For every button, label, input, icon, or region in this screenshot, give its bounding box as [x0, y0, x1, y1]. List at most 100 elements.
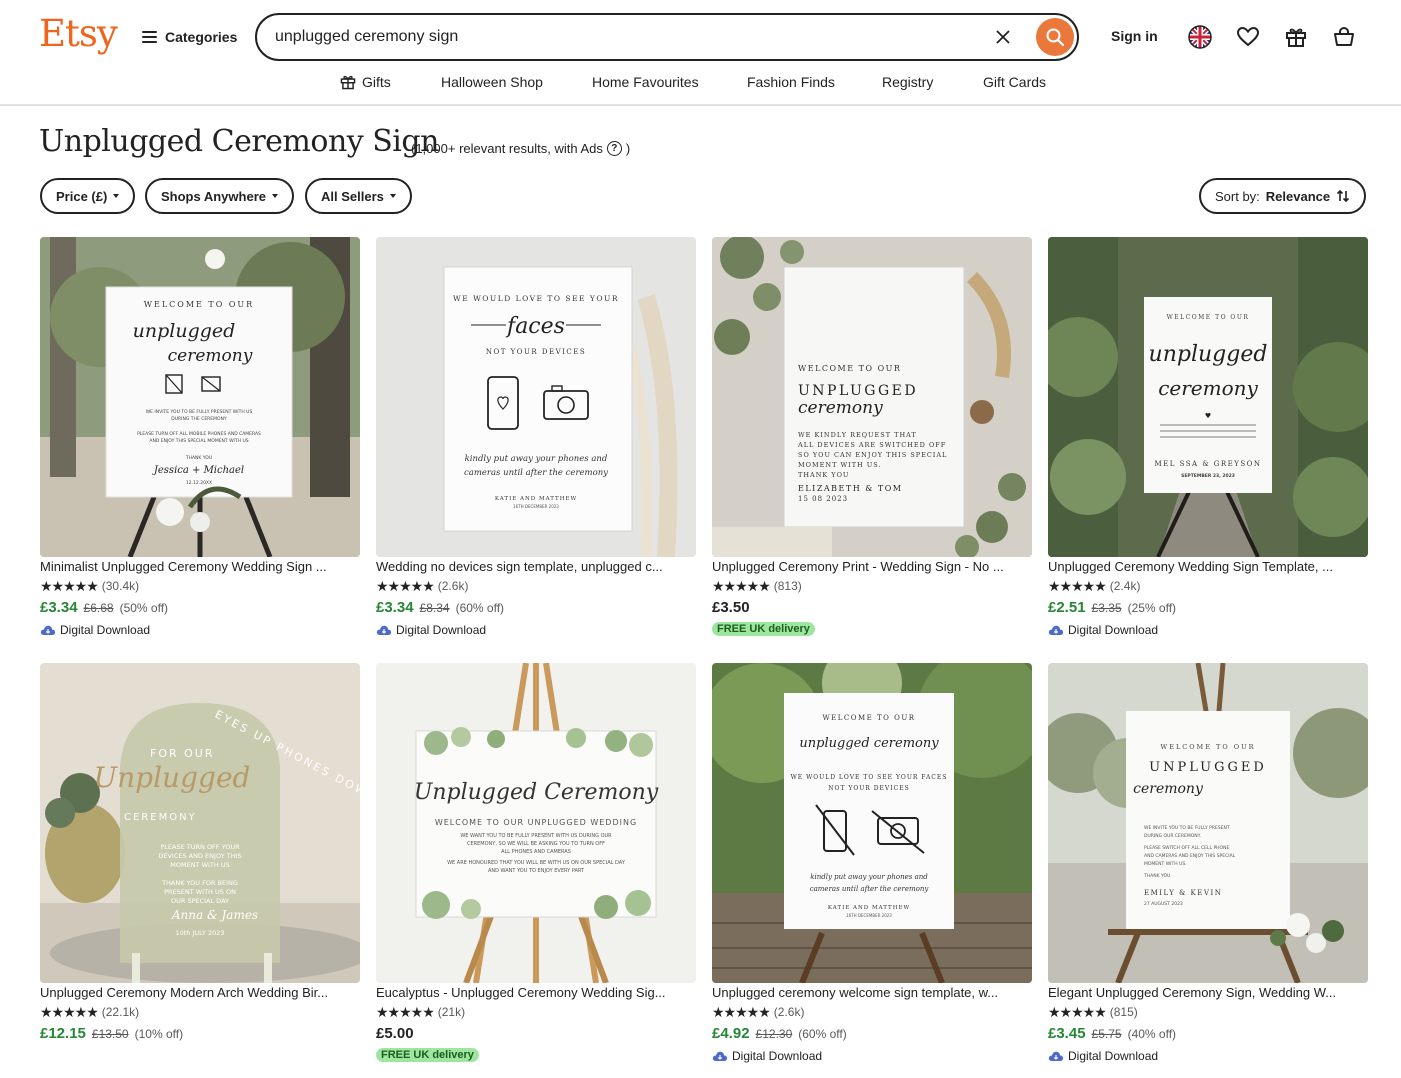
product-title[interactable]: Minimalist Unplugged Ceremony Wedding Si…: [40, 557, 360, 574]
categories-label: Categories: [165, 29, 238, 45]
current-price: £12.15: [40, 1025, 86, 1042]
basket-button[interactable]: [1331, 24, 1357, 50]
review-count: (2.6k): [437, 579, 469, 593]
review-count: (21k): [437, 1005, 466, 1019]
language-flag-button[interactable]: [1187, 24, 1213, 50]
product-title[interactable]: Wedding no devices sign template, unplug…: [376, 557, 696, 574]
cloud-download-icon: [40, 625, 56, 635]
discount-text: (60% off): [455, 601, 505, 615]
search-input[interactable]: [275, 23, 975, 51]
shops-filter[interactable]: Shops Anywhere: [145, 178, 294, 214]
sort-label: Sort by:: [1215, 188, 1260, 204]
discount-text: (10% off): [134, 1027, 184, 1041]
help-icon[interactable]: ?: [606, 141, 622, 156]
badge-text: Digital Download: [60, 623, 151, 637]
review-count: (30.4k): [101, 579, 140, 593]
sign-line: 15 08 2023: [798, 495, 848, 503]
star-rating-icon: ★★★★★: [1048, 577, 1107, 594]
price-filter[interactable]: Price (£): [40, 178, 136, 214]
product-image[interactable]: WE WOULD LOVE TO SEE YOUR faces NOT YOUR…: [376, 237, 696, 557]
product-image[interactable]: WELCOME TO OUR unplugged ceremony WE WOU…: [712, 663, 1032, 983]
current-price: £3.50: [712, 599, 750, 616]
sign-line: 16TH DECEMBER 2023: [846, 913, 892, 918]
product-price: £3.50: [712, 599, 750, 616]
sign-line: Anna & James: [171, 908, 258, 922]
cloud-download-icon: [1048, 1051, 1064, 1061]
sign-line: UNPLUGGED: [798, 383, 918, 399]
favourites-button[interactable]: [1235, 24, 1261, 50]
sign-line: ALL PHONES AND CAMERAS: [501, 849, 571, 855]
discount-text: (60% off): [798, 1027, 847, 1041]
product-image[interactable]: Unplugged Ceremony WELCOME TO OUR UNPLUG…: [376, 663, 696, 983]
sign-line: NOT YOUR DEVICES: [828, 785, 909, 792]
close-icon: [996, 30, 1010, 44]
star-rating-icon: ★★★★★: [712, 1003, 771, 1020]
sign-line: PLEASE TURN OFF ALL MOBILE PHONES AND CA…: [137, 431, 261, 437]
product-image[interactable]: WELCOME TO OUR UNPLUGGED ceremony WE INV…: [1048, 663, 1368, 983]
product-price: £3.34 £8.34 (60% off): [376, 599, 504, 616]
nav-gift-cards[interactable]: Gift Cards: [983, 74, 1046, 90]
search-button[interactable]: [1036, 18, 1074, 56]
badge-text: Digital Download: [396, 623, 487, 637]
sign-line: MOMENT WITH US.: [798, 461, 882, 469]
gift-icon: [340, 75, 356, 90]
search-bar: [255, 13, 1079, 61]
product-rating: ★★★★★ (2.6k): [376, 578, 468, 594]
original-price: £13.50: [91, 1027, 129, 1041]
product-image[interactable]: WELCOME TO OUR UNPLUGGED ceremony WE KIN…: [712, 237, 1032, 557]
badge-text: Digital Download: [732, 1049, 823, 1063]
sign-line: AND WANT YOU TO ENJOY EVERY PART: [488, 868, 585, 874]
product-rating: ★★★★★ (30.4k): [40, 578, 139, 594]
site-header: Etsy Categories Sign in: [0, 0, 1401, 106]
sign-line: WELCOME TO OUR: [144, 300, 254, 309]
sign-in-link[interactable]: Sign in: [1111, 28, 1158, 44]
gift-button[interactable]: [1283, 24, 1309, 50]
product-title[interactable]: Eucalyptus - Unplugged Ceremony Wedding …: [376, 983, 696, 1000]
product-title[interactable]: Unplugged ceremony welcome sign template…: [712, 983, 1032, 1000]
digital-download-badge: Digital Download: [1048, 623, 1158, 637]
etsy-logo[interactable]: Etsy: [39, 12, 118, 55]
menu-icon: [142, 31, 157, 43]
current-price: £2.51: [1048, 599, 1086, 616]
product-image[interactable]: FOR OUR Unplugged CEREMONY EYES UP PHONE…: [40, 663, 360, 983]
review-count: (2.6k): [773, 1005, 805, 1019]
product-title[interactable]: Elegant Unplugged Ceremony Sign, Wedding…: [1048, 983, 1368, 1000]
sort-dropdown[interactable]: Sort by: Relevance: [1199, 178, 1367, 214]
sign-line: THANK YOU: [185, 455, 212, 461]
review-count: (2.4k): [1109, 579, 1141, 593]
star-rating-icon: ★★★★★: [376, 577, 435, 594]
sign-line: EMILY & KEVIN: [1144, 889, 1222, 897]
clear-search-button[interactable]: [991, 25, 1015, 49]
page-title: Unplugged Ceremony Sign: [39, 124, 439, 159]
product-image[interactable]: WELCOME TO OUR unplugged ceremony ♥ MEL …: [1048, 237, 1368, 557]
discount-text: (40% off): [1127, 1027, 1177, 1041]
sign-line: cameras until after the ceremony: [464, 468, 608, 478]
sign-line: Unplugged: [94, 761, 251, 794]
discount-text: (25% off): [1127, 601, 1177, 615]
sign-line: unplugged: [133, 320, 236, 342]
product-price: £3.45 £5.75 (40% off): [1048, 1025, 1176, 1042]
product-rating: ★★★★★ (815): [1048, 1004, 1138, 1020]
product-image[interactable]: WELCOME TO OUR unplugged ceremony WE INV…: [40, 237, 360, 557]
nav-fashion-finds[interactable]: Fashion Finds: [747, 74, 835, 90]
nav-halloween-shop[interactable]: Halloween Shop: [441, 74, 543, 90]
sign-line: SO YOU CAN ENJOY THIS SPECIAL: [798, 451, 947, 459]
product-title[interactable]: Unplugged Ceremony Print - Wedding Sign …: [712, 557, 1032, 574]
sellers-filter[interactable]: All Sellers: [305, 178, 412, 214]
product-title[interactable]: Unplugged Ceremony Modern Arch Wedding B…: [40, 983, 360, 1000]
sign-line: 10th JULY 2023: [175, 929, 224, 937]
review-count: (813): [773, 579, 802, 593]
product-title[interactable]: Unplugged Ceremony Wedding Sign Template…: [1048, 557, 1368, 574]
nav-gifts[interactable]: Gifts: [340, 74, 391, 90]
sign-line: WELCOME TO OUR UNPLUGGED WEDDING: [435, 818, 637, 827]
nav-home-favourites[interactable]: Home Favourites: [592, 74, 699, 90]
original-price: £5.75: [1091, 1027, 1122, 1041]
categories-button[interactable]: Categories: [142, 24, 237, 50]
nav-registry[interactable]: Registry: [882, 74, 933, 90]
sign-line: DURING THE CEREMONY: [171, 416, 227, 422]
product-price: £12.15 £13.50 (10% off): [40, 1025, 183, 1042]
sign-line: NOT YOUR DEVICES: [486, 348, 586, 356]
star-rating-icon: ★★★★★: [40, 1003, 99, 1020]
sign-line: unplugged ceremony: [799, 736, 939, 751]
discount-text: (50% off): [119, 601, 169, 615]
